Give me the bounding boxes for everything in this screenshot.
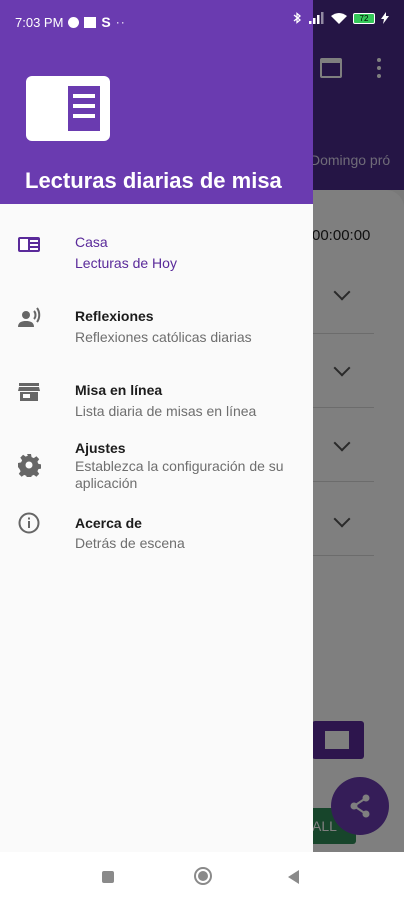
gear-icon: [18, 454, 41, 477]
person-voice-icon: [18, 307, 41, 327]
notification-s-icon: S: [101, 14, 111, 30]
store-icon: [18, 383, 40, 401]
notification-message-icon: [84, 16, 97, 28]
back-button[interactable]: [288, 870, 299, 884]
drawer-item-subtitle: Lecturas de Hoy: [75, 255, 177, 271]
drawer-item-subtitle: Lista diaria de misas en línea: [75, 403, 257, 419]
drawer-item-subtitle: Establezca la configuración de su aplica…: [75, 458, 284, 491]
drawer-item-title: Casa: [75, 234, 108, 250]
drawer-item-misa-en-linea[interactable]: Misa en línea Lista diaria de misas en l…: [0, 376, 313, 426]
charging-icon: [381, 12, 389, 24]
system-navigation-bar: [0, 852, 404, 900]
info-icon: [18, 512, 40, 534]
app-logo: [26, 76, 110, 141]
drawer-item-title: Misa en línea: [75, 382, 163, 398]
notification-more-icon: ··: [115, 15, 126, 29]
drawer-item-title: Ajustes: [75, 440, 126, 456]
drawer-title: Lecturas diarias de misa: [25, 168, 282, 193]
navigation-drawer: Lecturas diarias de misa Casa Lecturas d…: [0, 0, 313, 852]
drawer-item-subtitle: Detrás de escena: [75, 535, 185, 551]
drawer-item-subtitle: Reflexiones católicas diarias: [75, 329, 252, 345]
recents-button[interactable]: [102, 871, 114, 883]
status-bar: 7:03 PM S ·· 72: [0, 0, 404, 38]
book-icon: [18, 237, 40, 252]
drawer-item-title: Reflexiones: [75, 308, 154, 324]
status-time: 7:03 PM: [15, 14, 64, 30]
bluetooth-icon: [293, 12, 302, 24]
drawer-item-casa[interactable]: Casa Lecturas de Hoy: [0, 228, 313, 278]
drawer-item-ajustes[interactable]: Ajustes Establezca la configuración de s…: [0, 437, 313, 495]
notification-app-icon: [68, 16, 80, 28]
battery-icon: 72: [353, 12, 375, 24]
drawer-item-title: Acerca de: [75, 515, 142, 531]
wifi-icon: [331, 13, 347, 24]
home-button[interactable]: [194, 867, 212, 885]
drawer-item-reflexiones[interactable]: Reflexiones Reflexiones católicas diaria…: [0, 302, 313, 352]
signal-icon: [309, 12, 324, 24]
drawer-item-acerca-de[interactable]: Acerca de Detrás de escena: [0, 509, 313, 559]
